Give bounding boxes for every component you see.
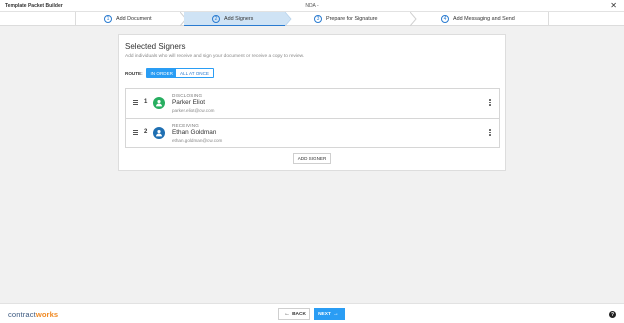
title-bar: Template Packet Builder NDA - ✕ [0,0,624,12]
signer-role: DISCLOSING [172,93,203,98]
signer-row: 1 DISCLOSING Parker Eliot parker.eliot@c… [126,89,499,118]
route-toggle: IN ORDER ALL AT ONCE [146,68,214,78]
step-label: Prepare for Signature [326,16,378,22]
signer-row: 2 RECEIVING Ethan Goldman ethan.goldman@… [126,118,499,147]
user-icon [153,127,165,139]
logo-text-contract: contract [8,310,36,319]
chevron-right-icon [410,12,417,26]
contractworks-logo: contractworks [8,310,58,319]
drag-handle-icon[interactable] [133,130,138,136]
next-button[interactable]: NEXT → [314,308,345,320]
step-label: Add Messaging and Send [453,16,515,22]
drag-handle-icon[interactable] [133,100,138,106]
panel-subtitle: Add individuals who will receive and sig… [125,54,305,59]
add-signer-button[interactable]: ADD SIGNER [293,153,331,164]
signer-order: 1 [144,99,148,105]
panel-title: Selected Signers [125,42,186,51]
step-number-4: 4 [441,15,449,23]
logo-text-works: works [35,310,59,319]
step-bar-right-divider [548,12,549,26]
arrow-right-icon: → [332,311,339,317]
footer-bar: contractworks ← BACK NEXT → ? [0,303,624,323]
step-number-3: 3 [314,15,322,23]
back-button[interactable]: ← BACK [278,308,310,320]
step-add-signers[interactable]: 2 Add Signers [184,12,285,26]
step-number-1: 1 [104,15,112,23]
back-button-label: BACK [292,311,306,317]
signer-email: ethan.goldman@cw.com [172,138,223,143]
step-label: Add Signers [224,15,254,22]
step-add-document[interactable]: 1 Add Document [75,12,184,26]
signer-name: Ethan Goldman [172,129,217,136]
more-options-icon[interactable] [488,99,492,108]
step-label: Add Document [116,16,152,22]
signer-order: 2 [144,129,148,135]
signer-name: Parker Eliot [172,99,206,106]
step-number-2: 2 [212,14,220,23]
selected-signers-panel: Selected Signers Add individuals who wil… [118,34,506,171]
route-label: ROUTE: [125,71,143,76]
document-title: NDA - [305,3,319,9]
route-all-at-once-button[interactable]: ALL AT ONCE [176,69,213,77]
help-icon[interactable]: ? [609,311,616,318]
arrow-left-icon: ← [284,311,291,317]
signer-role: RECEIVING [172,123,200,128]
close-icon[interactable]: ✕ [610,1,617,10]
step-prepare-for-signature[interactable]: 3 Prepare for Signature [291,12,413,26]
step-navigation: 1 Add Document 2 Add Signers 3 Prepare f… [0,12,624,26]
more-options-icon[interactable] [488,129,492,138]
signer-list: 1 DISCLOSING Parker Eliot parker.eliot@c… [125,88,500,148]
next-button-label: NEXT [318,311,331,317]
step-add-messaging-and-send[interactable]: 4 Add Messaging and Send [417,12,548,26]
user-icon [153,97,165,109]
route-in-order-button[interactable]: IN ORDER [147,69,177,77]
signer-email: parker.eliot@cw.com [172,108,215,113]
